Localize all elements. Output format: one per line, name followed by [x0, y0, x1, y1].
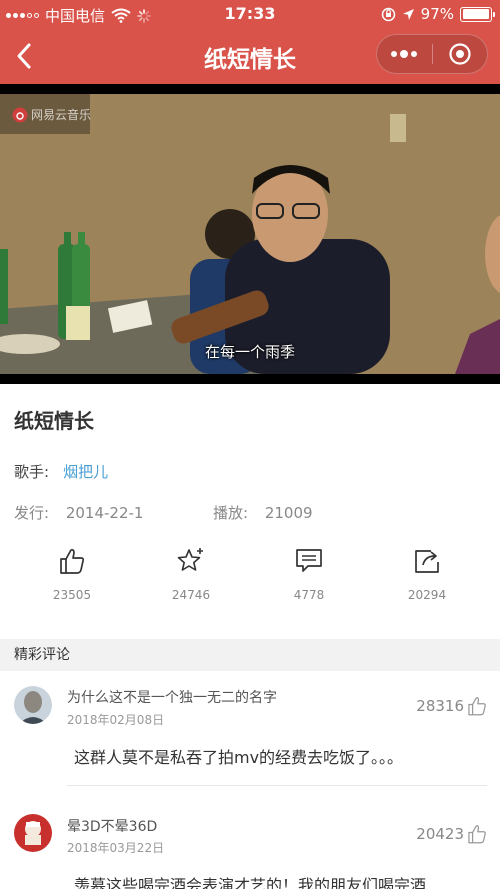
video-scene-image [0, 94, 500, 374]
mini-program-capsule [376, 34, 488, 74]
status-right: 97% [381, 5, 495, 23]
comment-text: 羡慕这些喝完酒会表演才艺的！我的朋友们喝完酒 [74, 876, 427, 889]
user-avatar-image [14, 814, 52, 852]
plays-label: 播放: [213, 504, 249, 522]
comment-text: 这群人莫不是私吞了拍mv的经费去吃饭了。。。 [74, 748, 404, 767]
song-title: 纸短情长 [14, 409, 94, 433]
video-watermark: 网易云音乐 [12, 106, 91, 123]
thumbs-up-icon [468, 697, 486, 716]
video-player[interactable]: 网易云音乐 在每一个雨季 [0, 84, 500, 384]
close-button[interactable] [433, 35, 488, 73]
share-count: 20294 [407, 588, 447, 602]
comment-date: 2018年02月08日 [67, 713, 165, 727]
thumbs-up-icon [60, 548, 85, 574]
watermark-text: 网易云音乐 [31, 108, 92, 122]
artist-row: 歌手: 烟把儿 [14, 461, 108, 482]
thumbs-up-icon [468, 825, 486, 844]
share-icon [415, 550, 439, 573]
comment-count: 4778 [293, 588, 325, 602]
like-count: 23505 [52, 588, 92, 602]
target-circle-icon [449, 43, 471, 65]
battery-percent: 97% [420, 5, 454, 23]
comment-like-count: 28316 [416, 697, 464, 715]
comment-like-button[interactable]: 20423 [416, 823, 488, 845]
back-button[interactable] [8, 38, 44, 74]
nav-bar: 纸短情长 [0, 28, 500, 84]
avatar[interactable] [14, 686, 52, 724]
more-button[interactable] [377, 35, 432, 73]
comments-section-header: 精彩评论 [0, 639, 500, 671]
status-bar: 中国电信 17:33 97% [0, 0, 500, 28]
artist-label: 歌手: [14, 463, 50, 481]
comment-divider [67, 785, 487, 786]
star-plus-icon [177, 548, 203, 571]
battery-icon [460, 6, 495, 22]
release-label: 发行: [14, 504, 50, 522]
video-subtitle: 在每一个雨季 [204, 343, 295, 361]
orientation-lock-icon [381, 7, 395, 21]
comment-like-button[interactable]: 28316 [416, 695, 488, 717]
comment-like-count: 20423 [416, 825, 464, 843]
release-date: 2014-22-1 [65, 504, 144, 522]
comment-username[interactable]: 晕3D不晕36D [67, 816, 157, 836]
comment-item: 为什么这不是一个独一无二的名字 2018年02月08日 28316 这群人莫不是… [0, 671, 500, 801]
plays-count: 21009 [264, 504, 313, 522]
favorite-count: 24746 [171, 588, 211, 602]
comment-button[interactable]: 4778 [249, 546, 369, 602]
plays-group: 播放: 21009 [213, 502, 313, 523]
chevron-left-icon [17, 43, 31, 69]
action-bar: 23505 24746 4778 20294 [0, 546, 500, 616]
meta-row: 发行: 2014-22-1 播放: 21009 [14, 502, 494, 523]
netease-logo-icon [12, 107, 28, 122]
favorite-button[interactable]: 24746 [131, 546, 251, 602]
comment-item: 晕3D不晕36D 2018年03月22日 20423 羡慕这些喝完酒会表演才艺的… [0, 801, 500, 889]
comment-username[interactable]: 为什么这不是一个独一无二的名字 [67, 687, 277, 707]
artist-link[interactable]: 烟把儿 [63, 463, 108, 481]
comment-icon [296, 549, 322, 572]
comment-date: 2018年03月22日 [67, 841, 165, 855]
like-button[interactable]: 23505 [12, 546, 132, 602]
user-avatar-image [14, 686, 52, 724]
more-dots-icon [391, 50, 418, 58]
location-icon [402, 8, 414, 20]
video-frame: 网易云音乐 在每一个雨季 [0, 94, 500, 374]
share-button[interactable]: 20294 [367, 546, 487, 602]
avatar[interactable] [14, 814, 52, 852]
